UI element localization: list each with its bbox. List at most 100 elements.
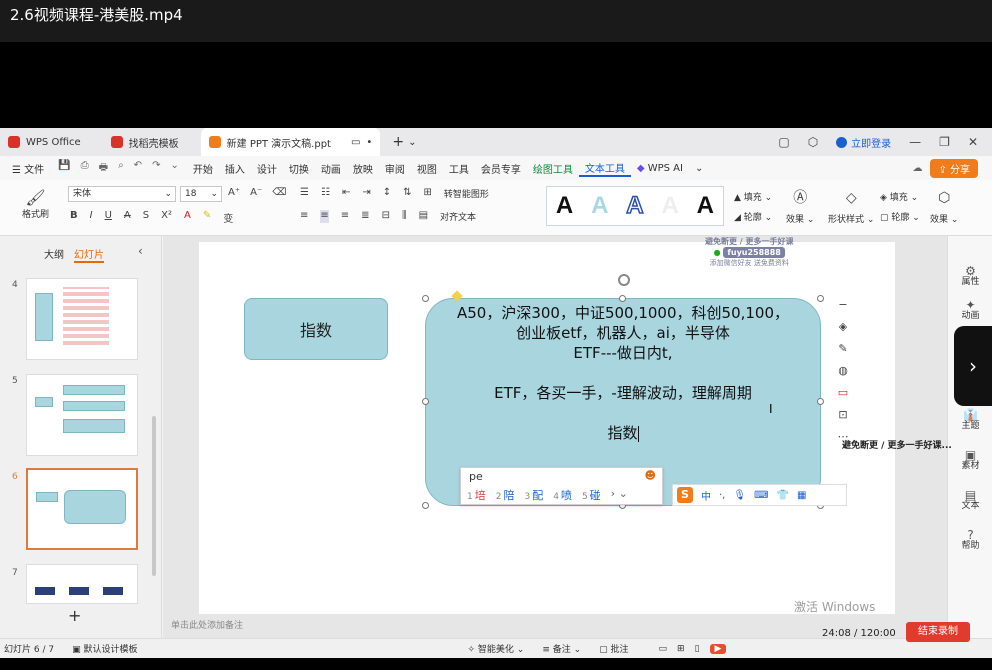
text-style-light-blue[interactable]: A [591,192,608,220]
panel-animation[interactable]: ✦ 动画 [948,299,992,322]
menu-slideshow[interactable]: 放映 [347,161,379,176]
shape-outline-button[interactable]: ▢ 轮廓 ⌄ [880,208,920,228]
slide-canvas[interactable]: 避免断更 / 更多一手好课 ● fuyu258888 添加微信好友 送免费资料 … [199,237,895,614]
ime-next-page-icon[interactable]: › ⌄ [611,487,628,503]
slide-thumbnail-7[interactable] [26,564,138,604]
add-slide-button[interactable]: + [68,606,81,625]
menu-view[interactable]: 视图 [411,161,443,176]
text-style-outline-blue[interactable]: A [626,191,645,220]
undo-icon[interactable]: ↶ [134,160,142,177]
text-style-faint[interactable]: A [661,192,678,220]
font-select[interactable]: 宋体 ⌄ [68,186,176,202]
resize-handle[interactable] [817,398,824,405]
underline-icon[interactable]: U [105,210,112,225]
italic-icon[interactable]: I [90,210,93,225]
menu-drawing-tools[interactable]: 绘图工具 [527,161,579,176]
clear-format-icon[interactable]: ⌫ [272,187,286,198]
increase-indent-icon[interactable]: ⇥ [362,187,370,200]
ime-candidate[interactable]: 2陪 [496,487,515,503]
slide-thumbnail-5[interactable] [26,374,138,456]
layers-tool-icon[interactable]: ◈ [839,320,847,333]
font-color-icon[interactable]: A [184,210,191,225]
format-painter-button[interactable]: 🖌 格式刷 [22,188,49,220]
menu-review[interactable]: 审阅 [379,161,411,176]
menu-animation[interactable]: 动画 [315,161,347,176]
sorter-view-icon[interactable]: ⊞ [677,644,685,654]
ime-mic-icon[interactable]: 🎙 [733,490,746,501]
font-size-select[interactable]: 18 ⌄ [180,186,222,202]
shape-fill-tool-icon[interactable]: ◍ [838,364,848,377]
align-center-icon[interactable]: ≡ [320,210,329,223]
rotate-handle[interactable] [618,274,630,286]
menu-insert[interactable]: 插入 [219,161,251,176]
menu-file[interactable]: ☰ 文件 [6,161,50,176]
smartart-icon[interactable]: ⊞ [424,187,432,200]
menu-member[interactable]: 会员专享 [475,161,527,176]
restore-tabs-icon[interactable]: ▢ [778,135,789,149]
numbered-list-icon[interactable]: ☷ [321,187,330,200]
ime-grid-icon[interactable]: ▦ [797,490,806,501]
pen-tool-icon[interactable]: ✎ [838,342,847,355]
cube-icon[interactable]: ⬡ [808,135,818,149]
bullet-list-icon[interactable]: ☰ [300,187,309,200]
slides-scrollbar[interactable] [152,416,156,576]
text-box-icon[interactable]: ▤ [419,210,428,223]
panel-materials[interactable]: ▣ 素材 [948,449,992,472]
minimize-button[interactable]: — [909,135,921,149]
next-page-arrow[interactable]: › [954,326,992,406]
align-left-icon[interactable]: ≡ [300,210,308,223]
design-template[interactable]: ▣ 默认设计模板 [72,642,137,655]
collapse-tool-icon[interactable]: − [838,298,847,311]
text-direction-icon[interactable]: ⇅ [403,187,411,200]
comments-button[interactable]: ▢ 批注 [599,642,628,655]
crop-tool-icon[interactable]: ⊡ [838,408,847,421]
tab-list-chevron-icon[interactable]: ⌄ [408,137,416,148]
preview-icon[interactable]: ⌕ [118,160,124,177]
sogou-logo-icon[interactable]: S [677,487,693,503]
resize-handle[interactable] [422,398,429,405]
notes-button[interactable]: ≡ 备注 ⌄ [542,642,581,655]
line-spacing-icon[interactable]: ↕ [383,187,391,200]
ime-skin-icon[interactable]: ☻ [645,469,656,482]
more-chevron-icon[interactable]: ⌄ [170,160,178,177]
tab-monitor-icon[interactable]: ▭ [351,137,360,148]
text-fill-button[interactable]: ▲ 填充 ⌄ [734,188,772,208]
decrease-indent-icon[interactable]: ⇤ [342,187,350,200]
shape-effects-button[interactable]: ⬡ 效果 ⌄ [930,188,958,230]
bold-icon[interactable]: B [70,210,78,225]
print-icon[interactable]: 🖶 [99,160,108,177]
panel-help[interactable]: ? 帮助 [948,529,992,552]
resize-handle[interactable] [422,502,429,509]
menu-text-tools[interactable]: 文本工具 [578,160,631,177]
share-button[interactable]: ⇪ 分享 [930,158,978,178]
collapse-panel-icon[interactable]: ‹ [138,244,143,258]
close-button[interactable]: ✕ [968,135,978,149]
strikethrough-icon[interactable]: A [124,210,131,225]
ime-shirt-icon[interactable]: 👕 [777,490,789,501]
tab-template[interactable]: 找稻壳模板 [103,128,187,156]
distribute-icon[interactable]: ⊟ [382,210,390,223]
shape-fill-button[interactable]: ◈ 填充 ⌄ [880,188,920,208]
columns-icon[interactable]: ⫼ [402,210,407,223]
superscript-icon[interactable]: X² [161,210,172,225]
menu-design[interactable]: 设计 [251,161,283,176]
normal-view-icon[interactable]: ▭ [659,644,668,654]
reading-view-icon[interactable]: ▯ [695,644,700,654]
slide-thumbnail-4[interactable] [26,278,138,360]
ime-candidate[interactable]: 3配 [524,487,543,503]
text-outline-button[interactable]: ◢ 轮廓 ⌄ [734,208,772,228]
ime-candidate[interactable]: 5碰 [582,487,601,503]
tab-wps-office[interactable]: WPS Office [0,128,89,156]
resize-handle[interactable] [619,295,626,302]
text-style-black-shadow[interactable]: A [697,192,714,220]
menu-wps-ai[interactable]: ◆ WPS AI [631,163,689,174]
tab-document[interactable]: 新建 PPT 演示文稿.ppt ▭ • [200,128,381,156]
login-button[interactable]: 立即登录 [836,135,891,150]
decrease-font-icon[interactable]: A⁻ [250,187,262,198]
justify-icon[interactable]: ≣ [361,210,369,223]
char-spacing-icon[interactable]: 变 [223,210,233,225]
convert-smartart-label[interactable]: 转智能图形 [444,187,489,200]
menu-transition[interactable]: 切换 [283,161,315,176]
tab-slides[interactable]: 幻灯片 [74,246,104,263]
shadow-icon[interactable]: S [143,210,149,225]
